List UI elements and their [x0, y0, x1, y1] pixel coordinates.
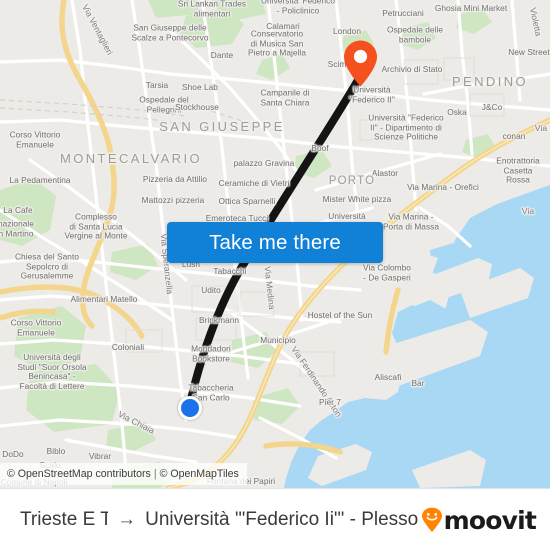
route-destination-label: Università '"Federico Ii'" - Plesso Mez.…	[145, 509, 420, 530]
take-me-there-button[interactable]: Take me there	[167, 222, 383, 263]
trip-bottom-bar: Trieste E T... → Università '"Federico I…	[0, 488, 550, 550]
attribution-maptiles[interactable]: © OpenMapTiles	[160, 468, 239, 480]
route-summary[interactable]: Trieste E T... → Università '"Federico I…	[20, 509, 421, 531]
moovit-map-screen: Via Ventaglieri Sri Lankan Trades aliment…	[0, 0, 550, 550]
moovit-pin-icon	[421, 507, 442, 532]
route-origin-label: Trieste E T...	[20, 509, 109, 530]
map-attribution: © OpenStreetMap contributors | © OpenMap…	[0, 463, 247, 485]
origin-location-dot[interactable]	[178, 396, 202, 420]
arrow-right-icon: →	[117, 509, 137, 530]
moovit-logo[interactable]: moovit	[421, 505, 537, 535]
attribution-osm[interactable]: © OpenStreetMap contributors	[7, 468, 151, 480]
moovit-wordmark: moovit	[443, 505, 537, 535]
destination-pin-icon[interactable]	[343, 39, 378, 88]
map-canvas[interactable]: Via Ventaglieri Sri Lankan Trades aliment…	[0, 0, 550, 488]
attribution-separator: |	[153, 468, 157, 480]
